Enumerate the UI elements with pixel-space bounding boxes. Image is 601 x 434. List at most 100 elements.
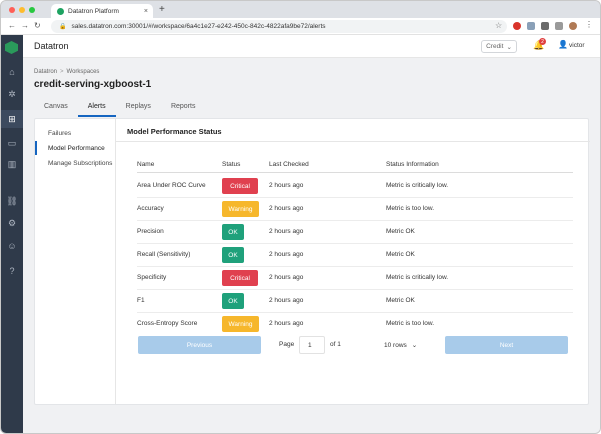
app-brand: Datatron xyxy=(34,41,69,51)
last-checked: 2 hours ago xyxy=(269,274,304,281)
status-information: Metric OK xyxy=(386,297,415,304)
metric-name: Accuracy xyxy=(137,205,164,212)
zoom-window-button[interactable] xyxy=(29,7,35,13)
close-window-button[interactable] xyxy=(9,7,15,13)
credit-dropdown[interactable]: Credit ⌄ xyxy=(481,40,517,53)
tab-canvas[interactable]: Canvas xyxy=(34,99,78,117)
next-page-button[interactable]: Next xyxy=(445,336,568,354)
credit-label: Credit xyxy=(486,43,504,50)
status-information: Metric is critically low. xyxy=(386,182,449,189)
metric-name: Recall (Sensitivity) xyxy=(137,251,191,258)
breadcrumb-current[interactable]: Workspaces xyxy=(67,69,100,75)
reload-button[interactable]: ↻ xyxy=(34,21,41,30)
profile-avatar[interactable] xyxy=(569,22,577,30)
last-checked: 2 hours ago xyxy=(269,205,304,212)
column-header-status[interactable]: Status xyxy=(222,161,240,168)
table-row[interactable]: Specificity Critical 2 hours ago Metric … xyxy=(137,267,573,290)
tab-alerts[interactable]: Alerts xyxy=(77,99,116,117)
page-count: of 1 xyxy=(330,341,341,348)
table-row[interactable]: Precision OK 2 hours ago Metric OK xyxy=(137,221,573,244)
subnav-item-failures[interactable]: Failures xyxy=(35,126,116,140)
rows-per-page-value: 10 rows xyxy=(384,341,407,349)
notification-badge: 2 xyxy=(539,38,546,45)
table-header: Name Status Last Checked Status Informat… xyxy=(137,161,573,173)
table-row[interactable]: Recall (Sensitivity) OK 2 hours ago Metr… xyxy=(137,244,573,267)
breadcrumb-separator: > xyxy=(60,69,64,75)
app-header: Datatron Credit ⌄ 🔔 2 👤 victor xyxy=(23,35,600,58)
workspace-icon[interactable]: ⊞ xyxy=(6,113,18,125)
page-label: Page xyxy=(279,341,295,348)
status-badge-critical: Critical xyxy=(222,270,258,286)
new-tab-button[interactable]: + xyxy=(159,4,165,15)
home-icon[interactable]: ⌂ xyxy=(6,66,18,78)
reading-list-icon[interactable] xyxy=(555,22,563,30)
help-icon[interactable]: ? xyxy=(6,265,18,277)
last-checked: 2 hours ago xyxy=(269,297,304,304)
content-divider xyxy=(116,141,590,142)
status-badge-ok: OK xyxy=(222,224,244,240)
user-icon[interactable]: 👤 xyxy=(558,40,568,49)
network-icon[interactable]: ✲ xyxy=(6,88,18,100)
subnav-item-model-performance[interactable]: Model Performance xyxy=(35,141,116,155)
column-header-status-information[interactable]: Status Information xyxy=(386,161,439,168)
address-bar[interactable]: 🔒 sales.datatron.com:30001/#/workspace/6… xyxy=(51,20,507,33)
status-badge-warning: Warning xyxy=(222,316,259,332)
alerts-panel: Failures Model Performance Manage Subscr… xyxy=(34,118,590,405)
extension-red-icon[interactable] xyxy=(513,22,521,30)
book-icon[interactable]: ▭ xyxy=(6,137,18,149)
back-button[interactable]: ← xyxy=(8,21,16,30)
last-checked: 2 hours ago xyxy=(269,228,304,235)
column-header-last-checked[interactable]: Last Checked xyxy=(269,161,309,168)
browser-tab[interactable]: Datatron Platform × xyxy=(51,4,153,18)
metric-name: F1 xyxy=(137,297,145,304)
bookmark-star-icon[interactable]: ☆ xyxy=(495,21,502,30)
chevron-down-icon: ⌄ xyxy=(506,43,512,51)
forward-button[interactable]: → xyxy=(21,21,29,30)
content-title: Model Performance Status xyxy=(127,127,222,136)
rows-per-page-select[interactable]: 10 rows ⌄ xyxy=(380,336,428,354)
status-badge-ok: OK xyxy=(222,247,244,263)
table-row[interactable]: F1 OK 2 hours ago Metric OK xyxy=(137,290,573,313)
status-badge-warning: Warning xyxy=(222,201,259,217)
datatron-favicon-icon xyxy=(57,7,64,15)
page-number-input[interactable]: 1 xyxy=(299,336,325,354)
previous-page-button[interactable]: Previous xyxy=(138,336,261,354)
status-badge-critical: Critical xyxy=(222,178,258,194)
status-information: Metric is too low. xyxy=(386,320,435,327)
users-icon[interactable]: ☺ xyxy=(6,240,18,252)
gear-icon[interactable]: ⚙ xyxy=(6,217,18,229)
last-checked: 2 hours ago xyxy=(269,320,304,327)
browser-tab-title: Datatron Platform xyxy=(68,7,119,15)
last-checked: 2 hours ago xyxy=(269,251,304,258)
app-area: ⌂ ✲ ⊞ ▭ ▥ ⛓ ⚙ ☺ ? Datatron Credit ⌄ 🔔 2 … xyxy=(1,35,600,433)
tab-strip: Datatron Platform × + xyxy=(1,1,600,18)
tab-close-icon[interactable]: × xyxy=(144,8,148,15)
breadcrumb-root[interactable]: Datatron xyxy=(34,69,57,75)
table-row[interactable]: Cross-Entropy Score Warning 2 hours ago … xyxy=(137,313,573,336)
url-text: sales.datatron.com:30001/#/workspace/6a4… xyxy=(71,23,326,30)
status-information: Metric OK xyxy=(386,251,415,258)
browser-menu-icon[interactable]: ⋮ xyxy=(585,20,593,29)
puzzle-icon[interactable] xyxy=(541,22,549,30)
link-icon[interactable]: ⛓ xyxy=(6,195,18,207)
minimize-window-button[interactable] xyxy=(19,7,25,13)
subnav-item-manage-subscriptions[interactable]: Manage Subscriptions xyxy=(35,156,116,170)
user-name[interactable]: victor xyxy=(569,42,585,49)
bar-chart-icon[interactable]: ▥ xyxy=(6,158,18,170)
status-information: Metric is too low. xyxy=(386,205,435,212)
tab-reports[interactable]: Reports xyxy=(161,99,206,117)
metric-name: Precision xyxy=(137,228,164,235)
metric-name: Specificity xyxy=(137,274,167,281)
column-header-name[interactable]: Name xyxy=(137,161,154,168)
page-tabs: Canvas Alerts Replays Reports xyxy=(34,99,205,117)
table-row[interactable]: Accuracy Warning 2 hours ago Metric is t… xyxy=(137,198,573,221)
left-rail: ⌂ ✲ ⊞ ▭ ▥ ⛓ ⚙ ☺ ? xyxy=(1,35,23,433)
lock-icon: 🔒 xyxy=(59,24,67,30)
status-information: Metric is critically low. xyxy=(386,274,449,281)
extension-gray-icon[interactable] xyxy=(527,22,535,30)
tab-replays[interactable]: Replays xyxy=(116,99,161,117)
chevron-down-icon: ⌄ xyxy=(411,342,418,349)
table-row[interactable]: Area Under ROC Curve Critical 2 hours ag… xyxy=(137,175,573,198)
datatron-logo-icon[interactable] xyxy=(5,41,18,54)
last-checked: 2 hours ago xyxy=(269,182,304,189)
